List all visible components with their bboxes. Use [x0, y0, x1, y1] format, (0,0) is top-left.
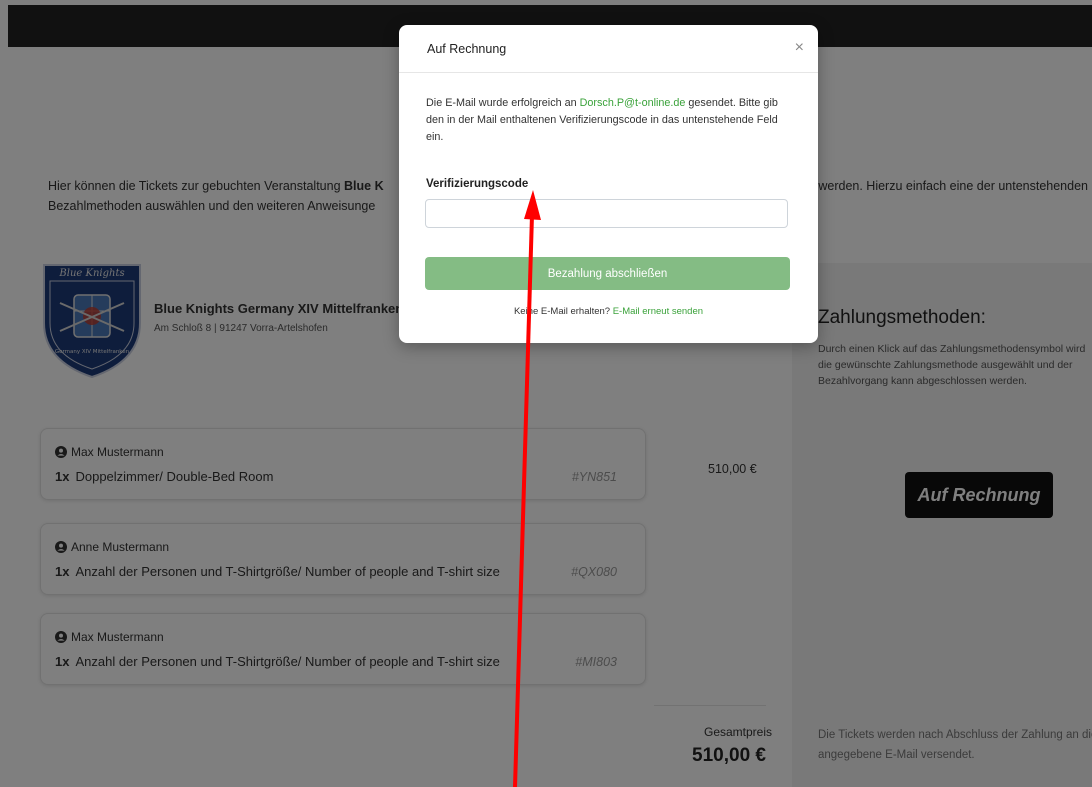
verification-code-input[interactable]: [425, 199, 788, 228]
complete-payment-button[interactable]: Bezahlung abschließen: [425, 257, 790, 290]
resend-email-link[interactable]: E-Mail erneut senden: [613, 306, 703, 317]
verification-code-label: Verifizierungscode: [426, 178, 529, 190]
invoice-verification-modal: Auf Rechnung × Die E-Mail wurde erfolgre…: [399, 25, 818, 343]
close-icon[interactable]: ×: [795, 39, 804, 57]
modal-message: Die E-Mail wurde erfolgreich an Dorsch.P…: [426, 95, 796, 146]
modal-title: Auf Rechnung: [427, 42, 507, 56]
modal-header: Auf Rechnung ×: [399, 25, 818, 73]
resend-email-row: Keine E-Mail erhalten? E-Mail erneut sen…: [399, 306, 818, 317]
resend-email-text: Keine E-Mail erhalten?: [513, 306, 613, 317]
modal-message-start: Die E-Mail wurde erfolgreich an: [426, 97, 580, 109]
email-address: Dorsch.P@t-online.de: [579, 97, 686, 109]
